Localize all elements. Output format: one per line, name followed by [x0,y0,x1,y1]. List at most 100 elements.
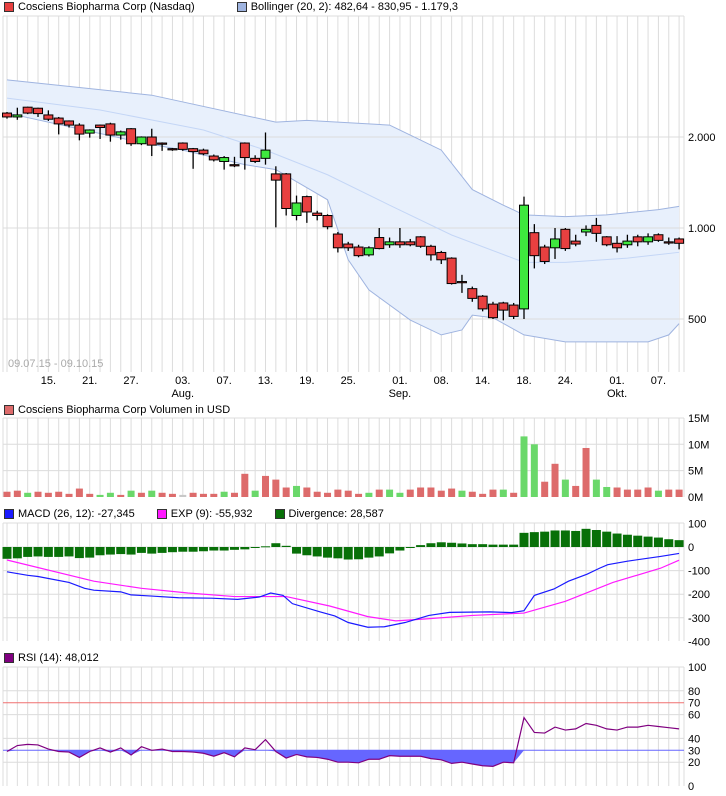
divergence-bar [209,547,219,551]
candle-body [405,241,416,246]
divergence-bar [540,531,550,547]
volume-bar [210,493,218,497]
divergence-bar [643,536,653,547]
candle-body [239,142,250,159]
divergence-bar [385,547,395,554]
x-axis-day-label: 19. [299,375,314,387]
volume-bar [427,487,435,497]
divergence-bar [529,532,539,547]
divergence-bar [2,547,12,559]
candle-body [374,237,385,250]
divergence-bar [292,547,302,554]
macd-axis-label: -100 [688,566,710,578]
volume-bar [251,490,259,497]
rsi-axis-label: 80 [688,686,700,698]
volume-bar [365,492,373,497]
volume-bar [75,488,83,497]
volume-bar [179,494,187,497]
volume-bar [530,444,538,497]
divergence-bar [95,547,105,556]
candle-body [219,157,230,162]
divergence-bar [147,547,157,554]
volume-bar [117,494,125,497]
divergence-bar [105,547,115,555]
divergence-bar [664,539,674,547]
volume-bar [417,487,425,497]
x-axis-day-label: 01. [609,375,624,387]
candle-body [167,148,178,151]
divergence-bar [74,547,84,559]
divergence-bar [571,530,581,547]
x-axis-day-label: 25. [341,375,356,387]
candle-body [446,257,457,285]
volume-bar [230,492,238,497]
x-axis-day-label: 15. [41,375,56,387]
candle-body [198,149,209,155]
candle-body [115,131,126,136]
volume-bar [644,487,652,497]
volume-bar [520,436,528,497]
candle-body [384,241,395,246]
candle-body [229,164,240,167]
divergence-bar [85,547,95,558]
divergence-bar [560,530,570,547]
volume-bar [86,493,94,497]
divergence-bar [271,543,281,547]
divergence-bar [653,537,663,547]
candle-body [53,117,64,125]
candle-body [146,136,157,146]
candle-body [663,241,674,244]
divergence-bar [519,532,529,547]
candle-body [250,157,261,162]
volume-bar [3,491,11,497]
divergence-bar [323,547,333,558]
rsi-axis-label: 0 [688,781,694,793]
rsi-oversold-fill [7,750,680,767]
divergence-bar [136,547,146,553]
volume-bar [665,489,673,497]
x-axis-day-label: 13. [258,375,273,387]
candle-body [343,243,354,249]
candle-body [570,240,581,245]
divergence-bar [374,547,384,557]
candle-body [498,302,509,311]
volume-axis-label: 0M [688,492,703,504]
candle-body [136,136,147,145]
macd-axis-label: 100 [688,518,706,530]
divergence-bar [188,547,198,552]
volume-bar [634,489,642,497]
candle-body [467,288,478,299]
divergence-bar [416,545,426,547]
candle-body [332,233,343,249]
divergence-bar [354,547,364,560]
rsi-axis-label: 20 [688,757,700,769]
candle-body [508,304,519,317]
divergence-bar [498,544,508,547]
candle-body [301,196,312,213]
divergence-bar [23,547,33,557]
volume-bar [44,492,52,497]
volume-axis-label: 5M [688,466,703,478]
volume-axis-label: 10M [688,439,709,451]
x-axis-month-label: Okt. [607,388,627,400]
candle-body [188,148,199,153]
divergence-bar [302,547,312,556]
divergence-bar [261,546,270,548]
volume-bar [13,490,21,497]
candle-body [281,173,292,210]
macd-axis-label: -200 [688,589,710,601]
exp-line [6,559,680,622]
volume-bar [106,492,114,497]
candle-body [105,123,116,136]
volume-bar [127,490,135,497]
divergence-bar [478,544,488,547]
candle-body [632,236,643,243]
volume-bar [448,488,456,497]
volume-bar [241,473,249,497]
x-axis-day-label: 01. [392,375,407,387]
volume-bar [55,491,63,497]
volume-bar [282,487,290,497]
volume-bar [592,479,600,497]
divergence-bar [509,544,519,547]
divergence-bar [395,547,405,551]
